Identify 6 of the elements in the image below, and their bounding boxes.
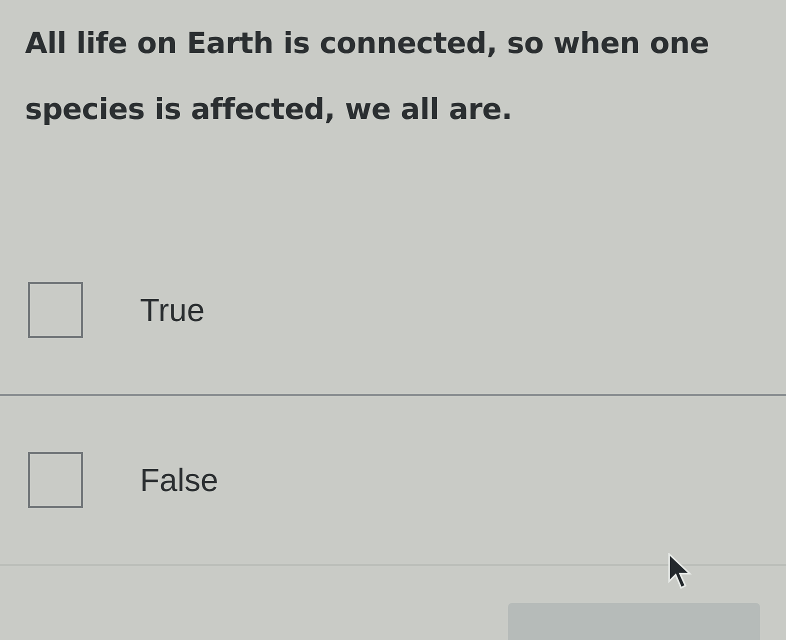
checkbox[interactable]: [28, 452, 83, 508]
question-text: All life on Earth is connected, so when one species is affected, we all are.: [25, 25, 710, 128]
mouse-pointer-icon: [668, 553, 692, 590]
option-label[interactable]: True: [140, 294, 205, 326]
checkbox[interactable]: [28, 282, 83, 338]
option-label[interactable]: False: [140, 464, 218, 496]
